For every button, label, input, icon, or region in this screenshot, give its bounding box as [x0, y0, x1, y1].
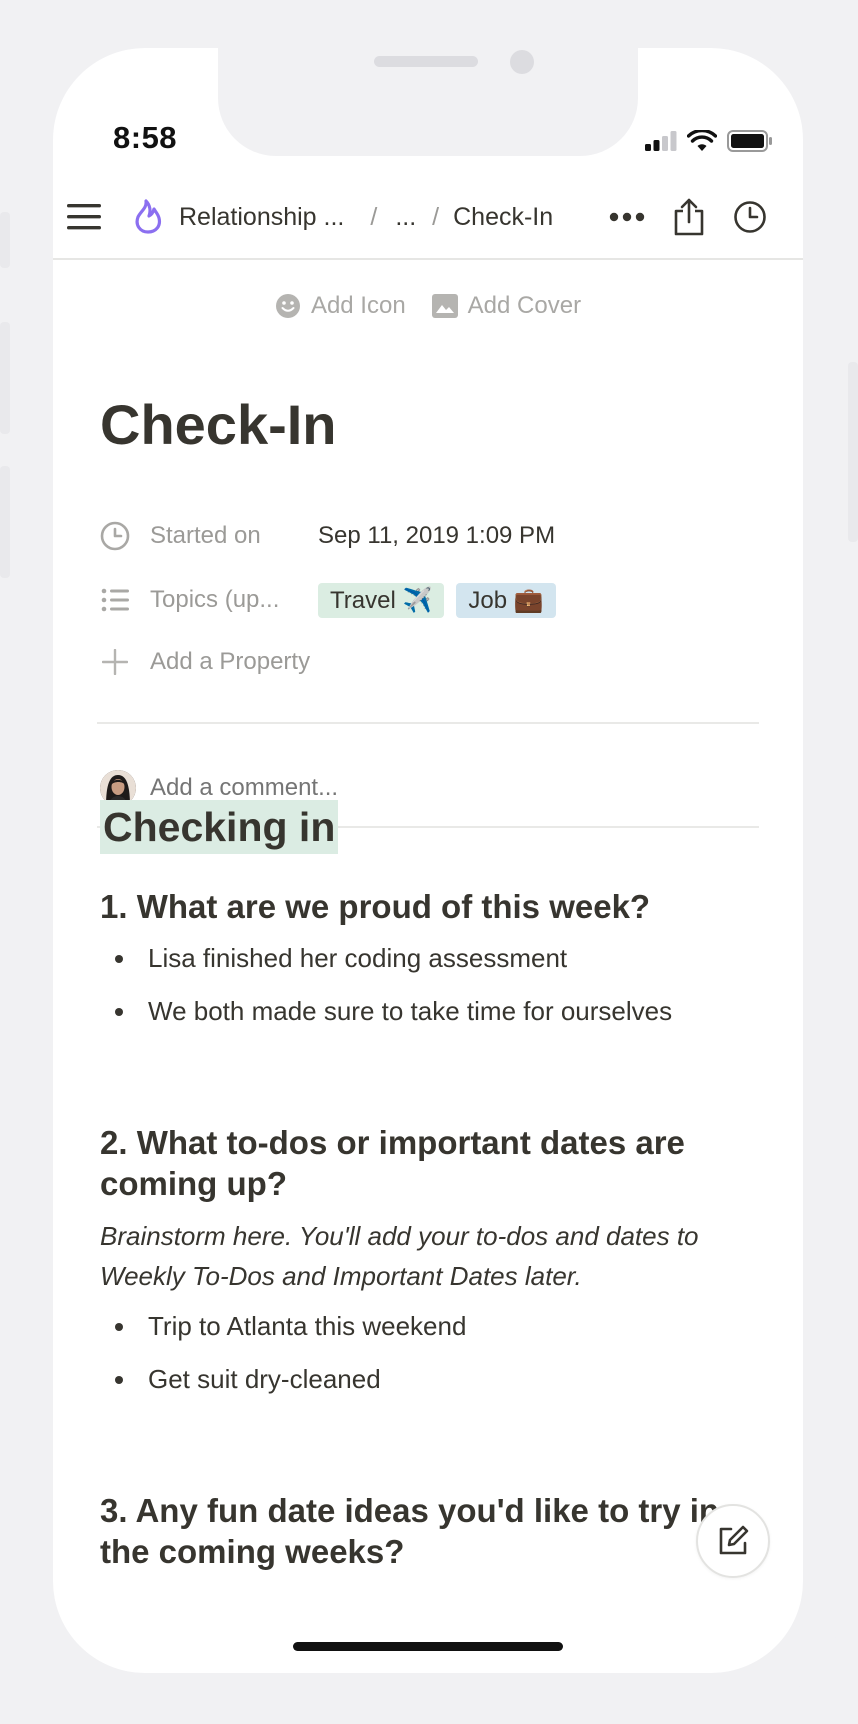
add-cover-button[interactable]: Add Cover — [431, 292, 582, 320]
phone-side-button — [0, 212, 10, 268]
battery-icon — [727, 130, 772, 152]
phone-side-button — [0, 322, 10, 434]
menu-button[interactable] — [67, 176, 101, 258]
status-icons — [645, 130, 773, 152]
wifi-icon — [687, 130, 717, 151]
bullet-list: Lisa finished her coding assessment We b… — [100, 932, 760, 1038]
smiley-icon — [275, 294, 300, 318]
phone-side-button — [0, 466, 10, 578]
property-row-started-on[interactable]: Started on Sep 11, 2019 1:09 PM — [100, 514, 720, 558]
section-heading[interactable]: 2. What to-dos or important dates are co… — [100, 1122, 740, 1204]
page-title[interactable]: Check-In — [100, 392, 337, 457]
add-icon-button[interactable]: Add Icon — [275, 292, 406, 320]
hamburger-menu-icon — [67, 204, 101, 230]
share-icon — [674, 198, 704, 236]
speaker-grille — [374, 56, 478, 67]
list-item[interactable]: Lisa finished her coding assessment — [100, 932, 760, 985]
breadcrumb-ellipsis[interactable]: ... — [395, 203, 416, 232]
notch — [218, 48, 638, 156]
updates-button[interactable] — [733, 176, 767, 258]
breadcrumb-workspace-link[interactable]: Relationship ... — [133, 199, 344, 235]
app-screen: 8:58 Relationship ... / ... / Check-In A… — [53, 48, 803, 1673]
list-item[interactable]: Trip to Atlanta this weekend — [100, 1300, 760, 1353]
add-icon-label: Add Icon — [310, 292, 406, 319]
status-time: 8:58 — [113, 120, 178, 155]
page-add-actions: Add Icon Add Cover — [53, 292, 803, 320]
plus-icon — [100, 647, 130, 677]
cellular-signal-icon — [645, 131, 677, 151]
image-icon — [431, 294, 458, 318]
breadcrumb: Relationship ... / ... / Check-In — [133, 176, 553, 258]
section-heading[interactable]: 3. Any fun date ideas you'd like to try … — [100, 1490, 740, 1572]
new-page-button[interactable] — [696, 1504, 770, 1578]
breadcrumb-current-page[interactable]: Check-In — [453, 203, 553, 232]
list-item[interactable]: Get suit dry-cleaned — [100, 1353, 760, 1406]
section-heading[interactable]: 1. What are we proud of this week? — [100, 886, 740, 927]
share-button[interactable] — [673, 176, 705, 258]
clock-icon — [734, 201, 766, 233]
home-indicator[interactable] — [293, 1642, 563, 1651]
tag-job[interactable]: Job 💼 — [456, 582, 556, 618]
front-camera — [510, 50, 534, 74]
more-options-button[interactable] — [609, 176, 645, 258]
add-property-label: Add a Property — [150, 648, 311, 675]
property-value-date[interactable]: Sep 11, 2019 1:09 PM — [318, 522, 555, 550]
heading-checking-in[interactable]: Checking in — [100, 800, 339, 854]
top-navigation-bar: Relationship ... / ... / Check-In — [53, 176, 803, 260]
breadcrumb-separator: / — [370, 202, 378, 231]
list-item[interactable]: We both made sure to take time for ourse… — [100, 985, 760, 1038]
phone-side-button — [848, 362, 858, 542]
add-property-button[interactable]: Add a Property — [100, 640, 400, 684]
italic-note[interactable]: Brainstorm here. You'll add your to-dos … — [100, 1216, 750, 1296]
property-value-tags[interactable]: Travel ✈️ Job 💼 — [318, 582, 556, 618]
tag-travel[interactable]: Travel ✈️ — [318, 582, 445, 618]
more-horizontal-icon — [609, 212, 645, 222]
property-label: Started on — [150, 522, 261, 549]
compose-icon — [719, 1525, 749, 1555]
bullet-list: Trip to Atlanta this weekend Get suit dr… — [100, 1300, 760, 1406]
list-icon — [100, 585, 130, 615]
property-label: Topics (up... — [150, 586, 280, 613]
comment-input[interactable] — [150, 774, 550, 802]
breadcrumb-workspace-label: Relationship ... — [179, 202, 345, 231]
clock-icon — [100, 521, 130, 551]
breadcrumb-separator: / — [432, 202, 440, 231]
add-cover-label: Add Cover — [467, 292, 582, 319]
flame-icon — [135, 199, 162, 234]
divider — [97, 722, 759, 724]
property-row-topics[interactable]: Topics (up... Travel ✈️ Job 💼 — [100, 578, 720, 622]
